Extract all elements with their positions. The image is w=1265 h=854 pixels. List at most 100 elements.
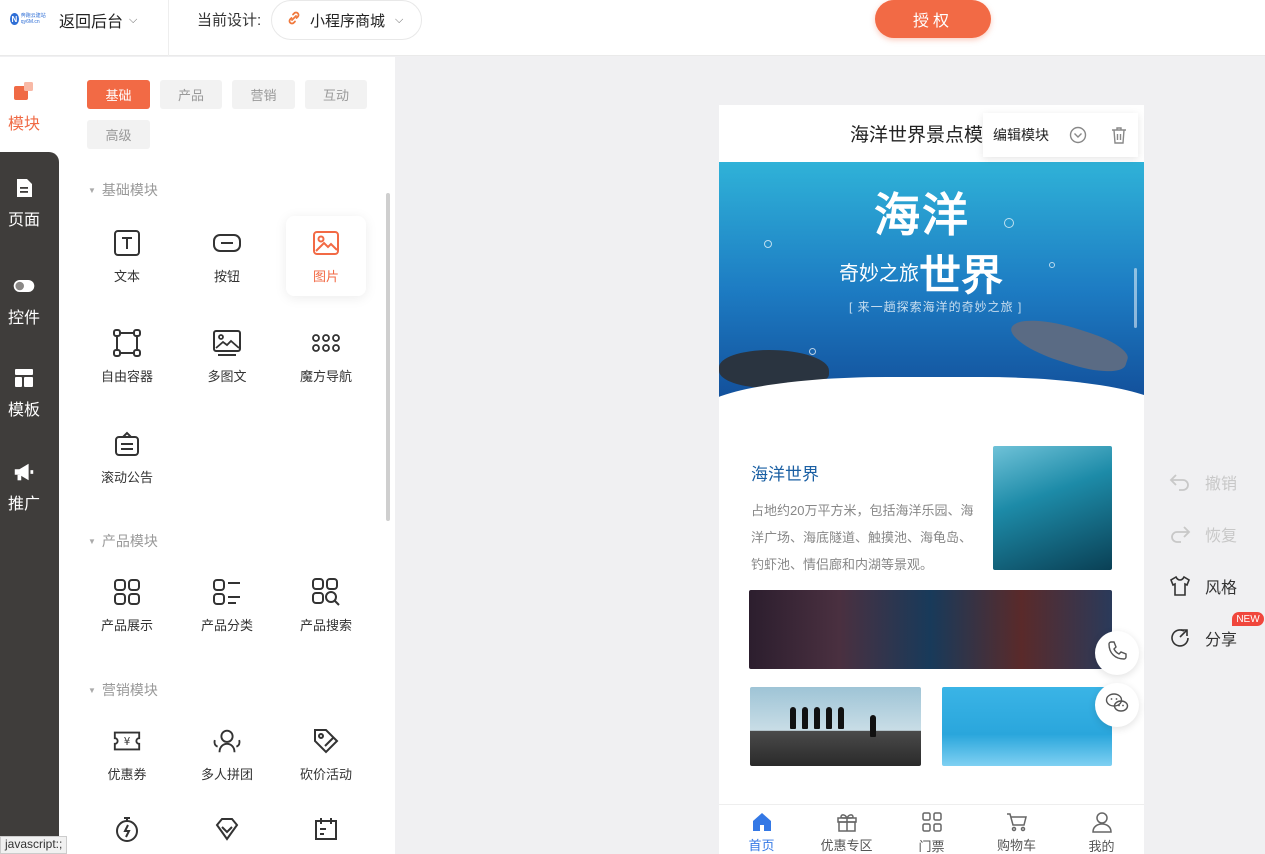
rail-item-widget[interactable]: 控件: [0, 274, 48, 328]
user-icon: [1091, 811, 1113, 833]
share-label: 分享: [1205, 632, 1238, 649]
banner-subtitle: 奇妙之旅: [839, 261, 919, 285]
component-product-display[interactable]: 产品展示: [87, 565, 167, 645]
tab-advanced[interactable]: 高级: [87, 120, 150, 149]
rail-label: 控件: [7, 310, 40, 327]
penguin-shape: [870, 715, 876, 737]
text-icon: [112, 228, 142, 258]
dolphin-photo[interactable]: [942, 687, 1112, 766]
tab-home[interactable]: 首页: [719, 805, 804, 854]
trash-icon[interactable]: [1110, 126, 1128, 144]
container-icon: [112, 328, 142, 358]
tab-cart[interactable]: 购物车: [974, 805, 1059, 854]
component-timer[interactable]: [87, 814, 167, 854]
penguin-shape: [790, 707, 796, 729]
toggle-icon: [12, 274, 36, 298]
shirt-icon: [1169, 575, 1191, 597]
back-label: 返回后台: [59, 14, 124, 31]
chevron-circle-icon[interactable]: [1069, 126, 1087, 144]
component-button[interactable]: 按钮: [187, 216, 267, 296]
tab-label: 购物车: [996, 838, 1036, 853]
tab-ticket[interactable]: 门票: [889, 805, 974, 854]
logo-text: 奔跑云建站 qy6M.cn: [20, 13, 46, 25]
rail-item-page[interactable]: 页面: [0, 176, 48, 230]
phone-call-button[interactable]: [1095, 631, 1139, 675]
rail-item-module[interactable]: 模块: [0, 80, 48, 134]
phone-preview: 海洋世界景点模 海洋 奇妙之旅 世界 [ 来一趟探索海洋的奇妙之旅 ] 海洋世界…: [719, 105, 1144, 854]
link-icon: [286, 10, 302, 30]
component-product-search[interactable]: 产品搜索: [286, 565, 366, 645]
price-tag-icon: [311, 726, 341, 756]
penguin-photo[interactable]: [750, 687, 921, 766]
multi-image-icon: [212, 328, 242, 358]
section-title: 营销模块: [101, 682, 158, 698]
share-button[interactable]: 分享: [1169, 626, 1237, 650]
edit-module-toolbar: 编辑模块: [983, 113, 1138, 157]
authorize-button[interactable]: 授权: [875, 0, 991, 38]
section-header-marketing[interactable]: ▼ 营销模块: [88, 680, 158, 700]
aquarium-photo[interactable]: [993, 446, 1112, 570]
undo-icon: [1169, 471, 1191, 493]
component-product-category[interactable]: 产品分类: [187, 565, 267, 645]
penguin-shape: [802, 707, 808, 729]
tab-marketing[interactable]: 营销: [232, 80, 295, 109]
redo-button[interactable]: 恢复: [1169, 522, 1237, 546]
card-description: 占地约20万平方米，包括海洋乐园、海洋广场、海底隧道、触摸池、海龟岛、钓虾池、情…: [751, 503, 974, 572]
panel-scrollbar[interactable]: [386, 193, 390, 521]
component-text[interactable]: 文本: [87, 216, 167, 296]
component-image[interactable]: 图片: [286, 216, 366, 296]
component-label: 按钮: [213, 268, 240, 284]
tab-me[interactable]: 我的: [1059, 805, 1144, 854]
component-bargain[interactable]: 砍价活动: [286, 714, 366, 794]
cart-icon: [1006, 811, 1028, 832]
share-icon: [1169, 627, 1191, 649]
style-button[interactable]: 风格: [1169, 574, 1237, 598]
phone-icon: [1106, 640, 1128, 667]
coral-photo[interactable]: [749, 590, 1112, 669]
component-multi-image-text[interactable]: 多图文: [187, 316, 267, 396]
component-group-buy[interactable]: 多人拼团: [187, 714, 267, 794]
section-header-basic[interactable]: ▼ 基础模块: [88, 180, 158, 200]
undo-button[interactable]: 撤销: [1169, 470, 1237, 494]
wechat-button[interactable]: [1095, 683, 1139, 727]
component-label: 魔方导航: [299, 368, 352, 384]
component-label: 产品搜索: [299, 617, 352, 633]
divider: [168, 0, 169, 56]
tab-basic[interactable]: 基础: [87, 80, 150, 109]
component-label: 文本: [113, 268, 140, 284]
diamond-icon: [212, 814, 242, 844]
brand-logo[interactable]: N 奔跑云建站 qy6M.cn: [10, 10, 54, 28]
redo-label: 恢复: [1205, 528, 1238, 545]
tab-product[interactable]: 产品: [160, 80, 222, 109]
stopwatch-icon: [112, 814, 142, 844]
design-select[interactable]: 小程序商城 ⌵: [271, 0, 422, 40]
preview-scrollbar[interactable]: [1134, 268, 1137, 328]
edit-module-button[interactable]: 编辑模块: [993, 125, 1049, 145]
component-cube-nav[interactable]: 魔方导航: [286, 316, 366, 396]
current-design-label: 当前设计:: [197, 12, 262, 29]
banner-image[interactable]: 海洋 奇妙之旅 世界 [ 来一趟探索海洋的奇妙之旅 ]: [719, 162, 1144, 445]
rail-label: 推广: [7, 496, 40, 513]
section-header-product[interactable]: ▼ 产品模块: [88, 531, 158, 551]
browser-status-text: javascript:;: [0, 836, 68, 854]
back-to-admin-button[interactable]: 返回后台 ⌵: [59, 8, 137, 32]
rail-item-promote[interactable]: 推广: [0, 460, 48, 514]
component-coupon[interactable]: ¥ 优惠券: [87, 714, 167, 794]
component-label: 产品分类: [200, 617, 253, 633]
penguin-shape: [838, 707, 844, 729]
component-sign-in[interactable]: [286, 814, 366, 854]
component-scroll-notice[interactable]: 滚动公告: [87, 417, 167, 497]
new-badge: NEW: [1232, 612, 1264, 626]
card-title: 海洋世界: [751, 465, 819, 484]
penguin-shape: [814, 707, 820, 729]
tab-interaction[interactable]: 互动: [305, 80, 367, 109]
component-free-container[interactable]: 自由容器: [87, 316, 167, 396]
rail-label: 页面: [7, 212, 40, 229]
component-member[interactable]: [187, 814, 267, 854]
tab-discount[interactable]: 优惠专区: [804, 805, 889, 854]
bubble: [1004, 218, 1014, 228]
component-label: 滚动公告: [100, 469, 153, 485]
dots-grid-icon: [311, 328, 341, 358]
rail-item-template[interactable]: 模板: [0, 366, 48, 420]
chevron-down-icon: ⌵: [395, 13, 404, 26]
